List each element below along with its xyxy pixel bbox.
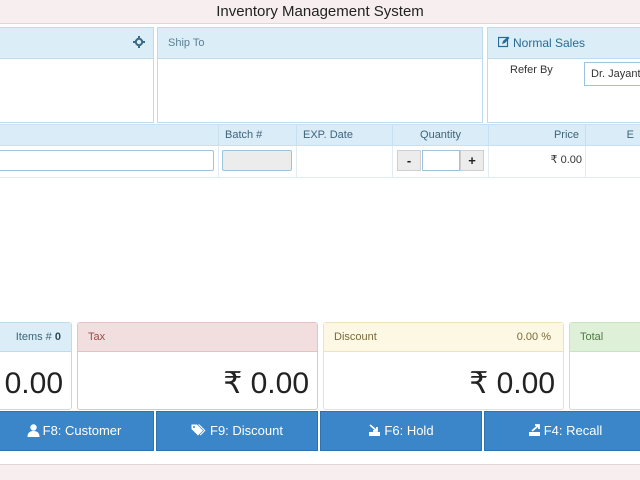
column-exp-date: EXP. Date (296, 125, 392, 145)
quantity-decrement-button[interactable]: - (397, 150, 421, 171)
user-icon (27, 423, 43, 438)
row-divider (488, 146, 489, 178)
customer-button[interactable]: F8: Customer (0, 411, 154, 451)
quantity-input[interactable] (422, 150, 460, 171)
column-quantity: Quantity (392, 125, 488, 145)
recall-button[interactable]: F4: Recall (484, 411, 640, 451)
total-label: Total (570, 323, 640, 352)
row-divider (296, 146, 297, 178)
ship-to-label: Ship To (158, 28, 482, 59)
sales-type-panel: Normal Sales Refer By Dr. Jayant (487, 27, 640, 123)
window-title: Inventory Management System (0, 0, 640, 24)
discount-value: ₹ 0.00 (469, 367, 555, 400)
refer-by-label: Refer By (510, 64, 553, 76)
customer-panel-header (0, 28, 153, 59)
recall-icon (528, 423, 544, 438)
ship-to-panel: Ship To (157, 27, 483, 123)
customer-panel (0, 27, 154, 123)
item-search-input[interactable] (0, 150, 214, 171)
items-summary-header: Items # 0 (0, 323, 71, 352)
items-summary-box: Items # 0 0.00 (0, 322, 72, 410)
hold-icon (368, 423, 384, 438)
recall-button-label: F4: Recall (543, 423, 603, 438)
sales-type-label: Normal Sales (513, 36, 586, 50)
items-label: Items # (15, 331, 52, 343)
hold-button-label: F6: Hold (384, 423, 434, 438)
table-row: - + ₹ 0.00 (0, 146, 640, 178)
quantity-increment-button[interactable]: + (460, 150, 484, 171)
items-count: 0 (54, 331, 61, 343)
status-bar (0, 464, 640, 480)
column-price: Price (488, 125, 585, 145)
row-divider (585, 146, 586, 178)
row-divider (218, 146, 219, 178)
tax-summary-box: Tax ₹ 0.00 (77, 322, 318, 410)
discount-button[interactable]: F9: Discount (156, 411, 318, 451)
discount-percent: 0.00 % (516, 331, 551, 343)
sales-type-header[interactable]: Normal Sales (488, 28, 640, 59)
tax-label: Tax (78, 323, 317, 352)
gear-icon[interactable] (133, 36, 145, 48)
row-divider (392, 146, 393, 178)
tax-value: ₹ 0.00 (223, 367, 309, 400)
edit-icon (497, 29, 510, 48)
items-grid-header: Batch # EXP. Date Quantity Price E (0, 124, 640, 146)
column-batch: Batch # (218, 125, 296, 145)
refer-by-input[interactable]: Dr. Jayant (584, 62, 640, 86)
hold-button[interactable]: F6: Hold (320, 411, 482, 451)
price-value: ₹ 0.00 (550, 154, 582, 166)
items-total-value: 0.00 (4, 367, 63, 400)
discount-summary-box: Discount 0.00 % ₹ 0.00 (323, 322, 564, 410)
column-extra: E (585, 125, 640, 145)
customer-button-label: F8: Customer (42, 423, 122, 438)
batch-input[interactable] (222, 150, 292, 171)
tags-icon (191, 423, 210, 438)
discount-button-label: F9: Discount (210, 423, 283, 438)
total-summary-box: Total (569, 322, 640, 410)
